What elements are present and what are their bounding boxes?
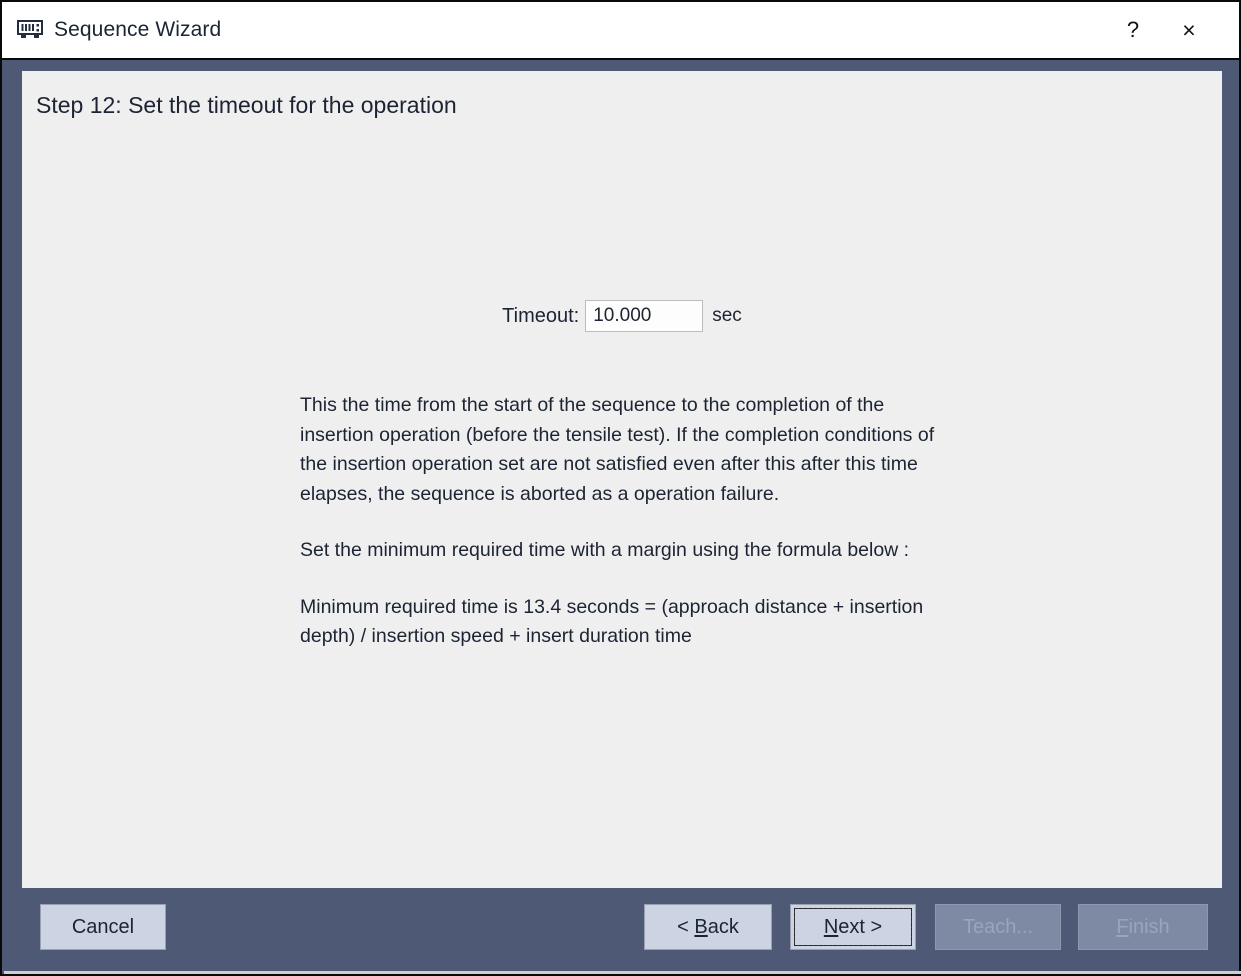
window-bottom-strip bbox=[4, 971, 1241, 974]
back-button[interactable]: < Back bbox=[644, 904, 772, 950]
content-panel: Step 12: Set the timeout for the operati… bbox=[22, 71, 1222, 888]
teach-button[interactable]: Teach... bbox=[935, 904, 1061, 950]
timeout-field-row: Timeout: sec bbox=[22, 300, 1222, 332]
description-block: This the time from the start of the sequ… bbox=[300, 391, 960, 652]
description-paragraph-1: This the time from the start of the sequ… bbox=[300, 394, 935, 505]
close-icon[interactable]: × bbox=[1161, 3, 1217, 57]
titlebar: Sequence Wizard ? × bbox=[2, 2, 1239, 60]
description-paragraph-3: Minimum required time is 13.4 seconds = … bbox=[300, 595, 924, 648]
help-icon[interactable]: ? bbox=[1105, 3, 1161, 57]
finish-button-label-rest: inish bbox=[1128, 915, 1170, 938]
window-title: Sequence Wizard bbox=[54, 18, 222, 41]
next-button-label-rest: ext > bbox=[838, 915, 883, 938]
back-button-accel: B bbox=[694, 915, 708, 938]
page-title: Step 12: Set the timeout for the operati… bbox=[36, 92, 457, 118]
cancel-button[interactable]: Cancel bbox=[40, 904, 166, 950]
timeout-label: Timeout: bbox=[502, 304, 580, 327]
wizard-frame: Step 12: Set the timeout for the operati… bbox=[2, 60, 1241, 974]
description-paragraph-2: Set the minimum required time with a mar… bbox=[300, 539, 910, 561]
timeout-unit-label: sec bbox=[712, 305, 742, 326]
back-button-label-rest: ack bbox=[707, 915, 739, 938]
next-button-accel: N bbox=[823, 915, 839, 938]
memory-chip-icon bbox=[16, 18, 44, 42]
finish-button-accel: F bbox=[1116, 915, 1129, 938]
sequence-wizard-window: Sequence Wizard ? × Step 12: Set the tim… bbox=[0, 0, 1241, 976]
next-button[interactable]: Next > bbox=[790, 904, 916, 950]
finish-button[interactable]: Finish bbox=[1078, 904, 1208, 950]
wizard-button-bar: Cancel < Back Next > Teach... Finish bbox=[2, 888, 1239, 974]
timeout-input[interactable] bbox=[585, 300, 704, 332]
